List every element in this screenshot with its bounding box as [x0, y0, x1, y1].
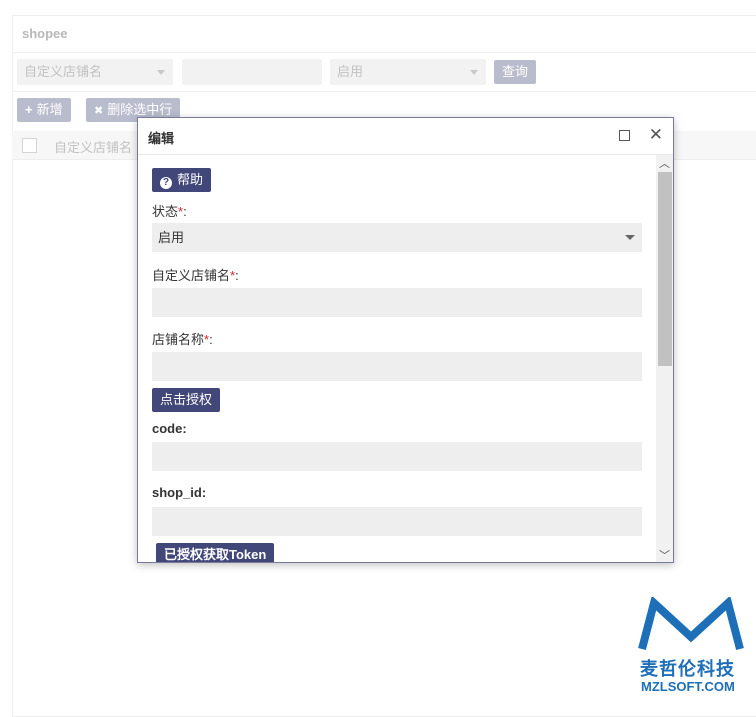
shop-name-label: 店铺名称*:	[152, 332, 213, 347]
filter-status-value: 启用	[337, 64, 364, 79]
scroll-down-icon[interactable]: ﹀	[659, 547, 670, 562]
brand-logo-icon	[638, 597, 744, 651]
custom-name-input[interactable]	[152, 288, 642, 317]
filter-shop-name-select[interactable]: 自定义店铺名	[17, 59, 173, 85]
query-button[interactable]: 查询	[494, 60, 537, 84]
add-button[interactable]: + 新增	[17, 98, 71, 122]
page-title: shopee	[22, 26, 68, 41]
code-label: code:	[152, 421, 187, 436]
divider	[12, 52, 756, 53]
chevron-down-icon	[470, 70, 478, 75]
scroll-up-icon[interactable]: ︿	[659, 155, 670, 171]
filter-text-input[interactable]	[182, 59, 322, 85]
delete-button-label: 删除选中行	[107, 102, 173, 117]
dialog-scrollbar[interactable]: ︿ ﹀	[656, 155, 673, 562]
dialog-title: 编辑	[148, 131, 175, 146]
status-select[interactable]: 启用	[152, 223, 642, 252]
scrollbar-thumb[interactable]	[658, 172, 672, 366]
brand-name: 麦哲伦科技	[640, 659, 735, 679]
filter-shop-name-placeholder: 自定义店铺名	[24, 64, 103, 79]
code-input[interactable]	[152, 442, 642, 471]
help-button[interactable]: ? 帮助	[152, 168, 212, 192]
shop-name-input[interactable]	[152, 352, 642, 381]
chevron-down-icon	[625, 235, 635, 240]
maximize-icon[interactable]	[619, 130, 630, 141]
custom-name-label: 自定义店铺名*:	[152, 268, 239, 283]
authorize-button[interactable]: 点击授权	[152, 388, 221, 412]
select-all-checkbox[interactable]	[22, 138, 37, 153]
get-token-button[interactable]: 已授权获取Token	[156, 543, 275, 562]
edit-dialog: 编辑 ✕ ? 帮助 状态*: 启用 自定义店铺名*: 店铺名称*: 点击授权 co…	[137, 117, 674, 563]
status-select-value: 启用	[158, 230, 185, 245]
brand-domain: MZLSOFT.COM	[641, 679, 735, 694]
filter-status-select[interactable]: 启用	[330, 59, 486, 85]
question-icon: ?	[160, 177, 172, 189]
shop-id-label: shop_id:	[152, 485, 207, 500]
plus-icon: +	[25, 102, 33, 117]
column-header-custom-name[interactable]: 自定义店铺名	[54, 137, 132, 156]
dialog-body: ? 帮助 状态*: 启用 自定义店铺名*: 店铺名称*: 点击授权 code: s…	[138, 155, 656, 562]
divider	[12, 91, 756, 92]
close-icon: ✖	[94, 105, 104, 117]
add-button-label: 新增	[36, 102, 63, 117]
dialog-header[interactable]: 编辑 ✕	[138, 118, 673, 155]
close-icon[interactable]: ✕	[649, 125, 663, 145]
status-label: 状态*:	[152, 204, 187, 219]
help-button-label: 帮助	[177, 172, 204, 187]
chevron-down-icon	[157, 70, 165, 75]
shop-id-input[interactable]	[152, 507, 642, 536]
